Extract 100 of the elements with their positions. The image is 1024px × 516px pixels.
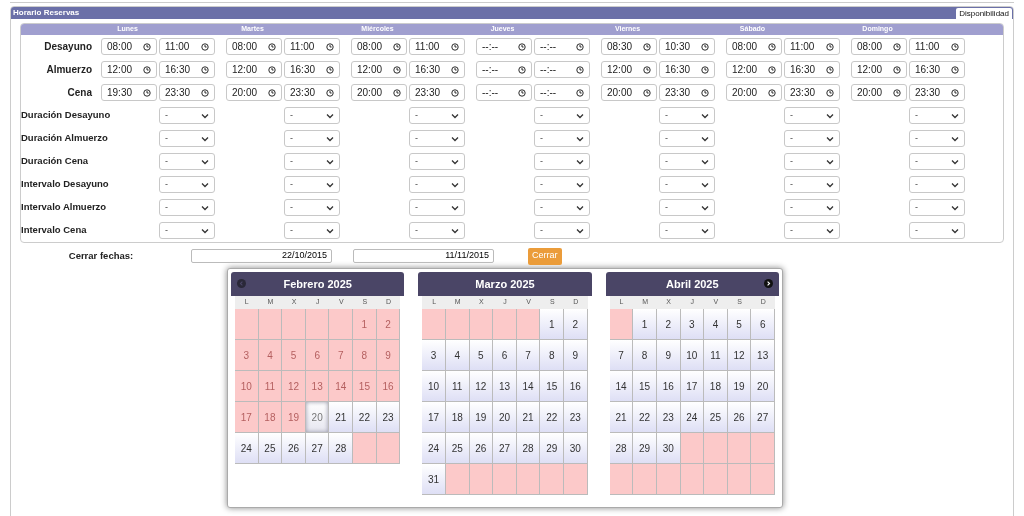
- select-field[interactable]: -: [284, 176, 340, 193]
- time-field[interactable]: 20:00: [601, 84, 657, 101]
- calendar-day[interactable]: 5: [727, 309, 752, 340]
- time-field[interactable]: 20:00: [226, 84, 282, 101]
- date-field[interactable]: 22/10/2015: [191, 249, 332, 263]
- calendar-day[interactable]: 4: [445, 340, 470, 371]
- select-field[interactable]: -: [409, 107, 465, 124]
- calendar-day[interactable]: 8: [633, 340, 657, 371]
- calendar-day[interactable]: 16: [656, 371, 681, 402]
- calendar-day[interactable]: 14: [609, 371, 634, 402]
- calendar-day[interactable]: 15: [633, 371, 657, 402]
- calendar-day[interactable]: 23: [656, 402, 681, 433]
- calendar-day[interactable]: 30: [564, 433, 588, 464]
- calendar-day[interactable]: 23: [564, 402, 588, 433]
- select-field[interactable]: -: [784, 222, 840, 239]
- select-field[interactable]: -: [909, 222, 965, 239]
- calendar-day[interactable]: 3: [680, 309, 705, 340]
- time-field[interactable]: 16:30: [159, 61, 215, 78]
- time-field[interactable]: 19:30: [101, 84, 157, 101]
- calendar-day[interactable]: 26: [727, 402, 752, 433]
- calendar-day[interactable]: 3: [422, 340, 446, 371]
- time-field[interactable]: 08:00: [226, 38, 282, 55]
- select-field[interactable]: -: [909, 176, 965, 193]
- time-field[interactable]: 20:00: [726, 84, 782, 101]
- calendar-day[interactable]: 8: [540, 340, 565, 371]
- select-field[interactable]: -: [909, 153, 965, 170]
- select-field[interactable]: -: [284, 130, 340, 147]
- calendar-day[interactable]: 24: [235, 433, 259, 464]
- calendar-day[interactable]: 29: [633, 433, 657, 464]
- select-field[interactable]: -: [784, 199, 840, 216]
- calendar-day[interactable]: 26: [282, 433, 306, 464]
- calendar-day[interactable]: 27: [493, 433, 517, 464]
- calendar-day[interactable]: 13: [493, 371, 517, 402]
- calendar-day[interactable]: 28: [609, 433, 634, 464]
- calendar-day[interactable]: 11: [704, 340, 728, 371]
- calendar-day[interactable]: 2: [564, 309, 588, 340]
- time-field[interactable]: 08:00: [851, 38, 907, 55]
- select-field[interactable]: -: [159, 107, 215, 124]
- select-field[interactable]: -: [159, 222, 215, 239]
- select-field[interactable]: -: [159, 176, 215, 193]
- time-field[interactable]: --:--: [534, 84, 590, 101]
- time-field[interactable]: 23:30: [659, 84, 715, 101]
- calendar-day[interactable]: 22: [353, 402, 377, 433]
- time-field[interactable]: 11:00: [909, 38, 965, 55]
- time-field[interactable]: 08:30: [601, 38, 657, 55]
- select-field[interactable]: -: [284, 107, 340, 124]
- calendar-day[interactable]: 6: [751, 309, 775, 340]
- select-field[interactable]: -: [284, 153, 340, 170]
- time-field[interactable]: 23:30: [784, 84, 840, 101]
- time-field[interactable]: 08:00: [351, 38, 407, 55]
- time-field[interactable]: 12:00: [601, 61, 657, 78]
- time-field[interactable]: 20:00: [351, 84, 407, 101]
- calendar-day[interactable]: 26: [469, 433, 494, 464]
- calendar-day[interactable]: 20: [493, 402, 517, 433]
- calendar-day[interactable]: 7: [609, 340, 634, 371]
- calendar-day[interactable]: 18: [445, 402, 470, 433]
- calendar-day[interactable]: 25: [258, 433, 283, 464]
- select-field[interactable]: -: [534, 199, 590, 216]
- next-icon[interactable]: [764, 279, 773, 288]
- select-field[interactable]: -: [784, 176, 840, 193]
- calendar-day[interactable]: 28: [329, 433, 354, 464]
- time-field[interactable]: --:--: [534, 61, 590, 78]
- calendar-day[interactable]: 9: [564, 340, 588, 371]
- calendar-day[interactable]: 31: [422, 464, 446, 495]
- calendar-day[interactable]: 25: [445, 433, 470, 464]
- time-field[interactable]: 11:00: [284, 38, 340, 55]
- calendar-day[interactable]: 18: [704, 371, 728, 402]
- calendar-day[interactable]: 27: [305, 433, 330, 464]
- time-field[interactable]: 16:30: [409, 61, 465, 78]
- time-field[interactable]: 23:30: [284, 84, 340, 101]
- calendar-day[interactable]: 24: [680, 402, 705, 433]
- calendar-day[interactable]: 22: [540, 402, 565, 433]
- time-field[interactable]: 11:00: [409, 38, 465, 55]
- time-field[interactable]: --:--: [476, 38, 532, 55]
- select-field[interactable]: -: [409, 222, 465, 239]
- calendar-day[interactable]: 19: [469, 402, 494, 433]
- calendar-day[interactable]: 27: [751, 402, 775, 433]
- select-field[interactable]: -: [534, 153, 590, 170]
- calendar-day[interactable]: 19: [727, 371, 752, 402]
- availability-tab[interactable]: Disponibilidad: [956, 8, 1012, 19]
- calendar-day[interactable]: 13: [751, 340, 775, 371]
- calendar-day[interactable]: 2: [656, 309, 681, 340]
- date-field[interactable]: 11/11/2015: [353, 249, 494, 263]
- calendar-day[interactable]: 14: [516, 371, 541, 402]
- time-field[interactable]: 12:00: [726, 61, 782, 78]
- select-field[interactable]: -: [909, 107, 965, 124]
- time-field[interactable]: --:--: [534, 38, 590, 55]
- select-field[interactable]: -: [784, 107, 840, 124]
- time-field[interactable]: 23:30: [909, 84, 965, 101]
- time-field[interactable]: 11:00: [159, 38, 215, 55]
- time-field[interactable]: 20:00: [851, 84, 907, 101]
- select-field[interactable]: -: [534, 176, 590, 193]
- select-field[interactable]: -: [409, 199, 465, 216]
- calendar-day[interactable]: 7: [516, 340, 541, 371]
- calendar-day[interactable]: 30: [656, 433, 681, 464]
- calendar-day[interactable]: 10: [422, 371, 446, 402]
- time-field[interactable]: 16:30: [784, 61, 840, 78]
- select-field[interactable]: -: [909, 199, 965, 216]
- calendar-day[interactable]: 16: [564, 371, 588, 402]
- select-field[interactable]: -: [284, 222, 340, 239]
